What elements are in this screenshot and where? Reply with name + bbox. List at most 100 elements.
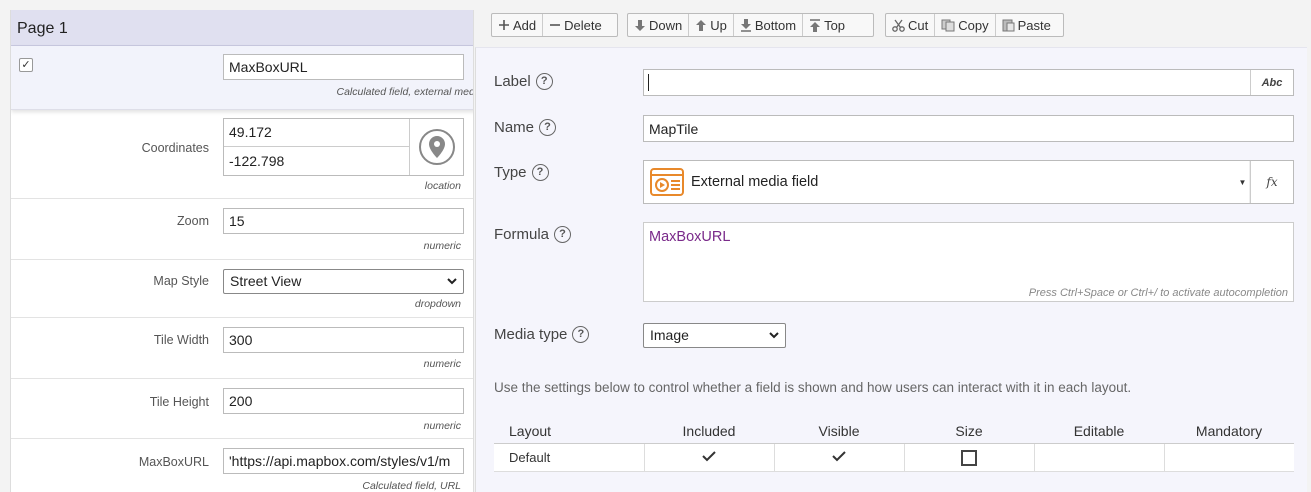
field-hint-zoom: numeric bbox=[423, 240, 461, 252]
editable-cell[interactable] bbox=[1034, 443, 1165, 472]
latitude-field[interactable]: 49.172 bbox=[224, 119, 409, 147]
label-input[interactable]: Abc bbox=[643, 69, 1294, 96]
layout-table: Layout Included Visible Size Editable Ma… bbox=[494, 419, 1294, 472]
chevron-down-icon bbox=[769, 328, 779, 345]
page-title: Page 1 bbox=[17, 20, 68, 37]
size-cell[interactable] bbox=[904, 443, 1035, 472]
formula-caption-text: Formula bbox=[494, 226, 550, 243]
map-style-select[interactable]: Street View bbox=[223, 269, 464, 294]
help-icon[interactable]: ? bbox=[554, 226, 572, 243]
arrow-bottom-icon bbox=[740, 18, 751, 32]
field-label-maxboxurl: MaxBoxURL bbox=[138, 455, 209, 469]
toolbar-group-move: Down Up Bottom Top bbox=[627, 13, 874, 37]
formula-editor[interactable]: MaxBoxURL Press Ctrl+Space or Ctrl+/ to … bbox=[643, 222, 1294, 302]
field-row-map-style[interactable]: Map Style Street View dropdown bbox=[11, 260, 473, 318]
move-down-button[interactable]: Down bbox=[628, 14, 690, 36]
label-caption: Label ? bbox=[494, 73, 553, 90]
copy-button[interactable]: Copy bbox=[935, 14, 996, 36]
field-hint-coordinates: location bbox=[424, 180, 461, 192]
arrow-down-icon bbox=[635, 19, 645, 31]
up-label: Up bbox=[710, 17, 727, 33]
move-top-button[interactable]: Top bbox=[803, 14, 851, 36]
field-row-tile-width[interactable]: Tile Width 300 numeric bbox=[11, 318, 473, 379]
media-type-value: Image bbox=[650, 327, 689, 343]
column-header-visible: Visible bbox=[774, 419, 904, 444]
delete-label: Delete bbox=[564, 17, 602, 33]
check-mark-icon bbox=[702, 451, 716, 462]
field-label-coordinates: Coordinates bbox=[141, 141, 209, 155]
formula-text: MaxBoxURL bbox=[649, 229, 731, 245]
tile-height-input[interactable]: 200 bbox=[223, 388, 464, 414]
form-designer-panel: Page 1 ✓ MaxBoxURL Calculated field, ext… bbox=[10, 10, 474, 492]
media-type-select[interactable]: Image bbox=[643, 323, 786, 348]
help-icon[interactable]: ? bbox=[531, 164, 549, 181]
field-row-zoom[interactable]: Zoom 15 numeric bbox=[11, 199, 473, 260]
mandatory-cell[interactable] bbox=[1164, 443, 1294, 472]
minus-icon bbox=[550, 24, 561, 26]
layout-name-cell: Default bbox=[494, 443, 645, 472]
check-mark-icon bbox=[832, 451, 846, 462]
top-label: Top bbox=[824, 17, 846, 33]
help-icon[interactable]: ? bbox=[535, 73, 553, 90]
column-header-included: Included bbox=[644, 419, 774, 444]
included-cell[interactable] bbox=[644, 443, 775, 472]
longitude-field[interactable]: -122.798 bbox=[224, 148, 409, 176]
coordinates-input[interactable]: 49.172 -122.798 bbox=[223, 118, 464, 176]
scissors-icon bbox=[892, 19, 905, 32]
column-header-mandatory: Mandatory bbox=[1164, 419, 1294, 444]
chevron-down-icon bbox=[447, 274, 457, 291]
move-bottom-button[interactable]: Bottom bbox=[734, 14, 804, 36]
delete-button[interactable]: Delete bbox=[543, 14, 608, 36]
abc-button[interactable]: Abc bbox=[1250, 70, 1293, 95]
move-up-button[interactable]: Up bbox=[689, 14, 734, 36]
field-label-tile-width: Tile Width bbox=[153, 333, 209, 347]
down-label: Down bbox=[649, 17, 683, 33]
selected-field-input[interactable]: MaxBoxURL bbox=[223, 54, 464, 80]
add-label: Add bbox=[513, 17, 537, 33]
field-row-tile-height[interactable]: Tile Height 200 numeric bbox=[11, 379, 473, 439]
paste-button[interactable]: Paste bbox=[996, 14, 1057, 36]
media-type-caption-text: Media type bbox=[494, 326, 568, 343]
formula-fx-button[interactable]: fx bbox=[1250, 161, 1293, 203]
location-button[interactable] bbox=[409, 119, 464, 175]
page-header[interactable]: Page 1 bbox=[11, 10, 473, 46]
type-value: External media field bbox=[691, 174, 819, 190]
text-cursor bbox=[648, 74, 649, 91]
paste-icon bbox=[1002, 19, 1015, 32]
name-input[interactable]: MapTile bbox=[643, 115, 1294, 142]
column-header-layout: Layout bbox=[494, 419, 644, 444]
selected-field-hint: Calculated field, external media bbox=[336, 86, 474, 98]
layout-table-header: Layout Included Visible Size Editable Ma… bbox=[494, 419, 1294, 444]
field-label-zoom: Zoom bbox=[177, 214, 209, 228]
field-properties-panel: Label ? Abc Name ? MapTile Type ? Extern… bbox=[475, 47, 1307, 492]
tile-width-input[interactable]: 300 bbox=[223, 327, 464, 353]
map-style-value: Street View bbox=[230, 273, 302, 289]
layout-settings-description: Use the settings below to control whethe… bbox=[494, 380, 1132, 395]
field-row-coordinates[interactable]: Coordinates 49.172 -122.798 location bbox=[11, 110, 473, 199]
visible-cell[interactable] bbox=[774, 443, 905, 472]
name-caption: Name ? bbox=[494, 119, 557, 136]
table-row: Default bbox=[494, 443, 1294, 472]
maxboxurl-input[interactable]: 'https://api.mapbox.com/styles/v1/m bbox=[223, 448, 464, 474]
selected-field-row[interactable]: ✓ MaxBoxURL Calculated field, external m… bbox=[11, 46, 474, 110]
type-select[interactable]: External media field ▼ fx bbox=[643, 160, 1294, 204]
add-button[interactable]: Add bbox=[492, 14, 544, 36]
field-hint-tile-width: numeric bbox=[423, 358, 461, 370]
type-caption-text: Type bbox=[494, 164, 527, 181]
zoom-input[interactable]: 15 bbox=[223, 208, 464, 234]
field-label-tile-height: Tile Height bbox=[149, 395, 209, 409]
help-icon[interactable]: ? bbox=[572, 326, 590, 343]
formula-caption: Formula ? bbox=[494, 226, 572, 243]
help-icon[interactable]: ? bbox=[539, 119, 557, 136]
cut-button[interactable]: Cut bbox=[886, 14, 936, 36]
field-row-maxboxurl[interactable]: MaxBoxURL 'https://api.mapbox.com/styles… bbox=[11, 439, 473, 492]
caret-down-icon[interactable]: ▼ bbox=[1236, 161, 1250, 203]
copy-icon bbox=[941, 19, 955, 31]
check-icon[interactable]: ✓ bbox=[19, 58, 33, 72]
toolbar-group-clipboard: Cut Copy Paste bbox=[885, 13, 1064, 37]
field-hint-tile-height: numeric bbox=[423, 420, 461, 432]
field-label-map-style: Map Style bbox=[153, 274, 209, 288]
toolbar-group-edit: Add Delete bbox=[491, 13, 618, 37]
name-caption-text: Name bbox=[494, 119, 535, 136]
bottom-label: Bottom bbox=[754, 17, 797, 33]
